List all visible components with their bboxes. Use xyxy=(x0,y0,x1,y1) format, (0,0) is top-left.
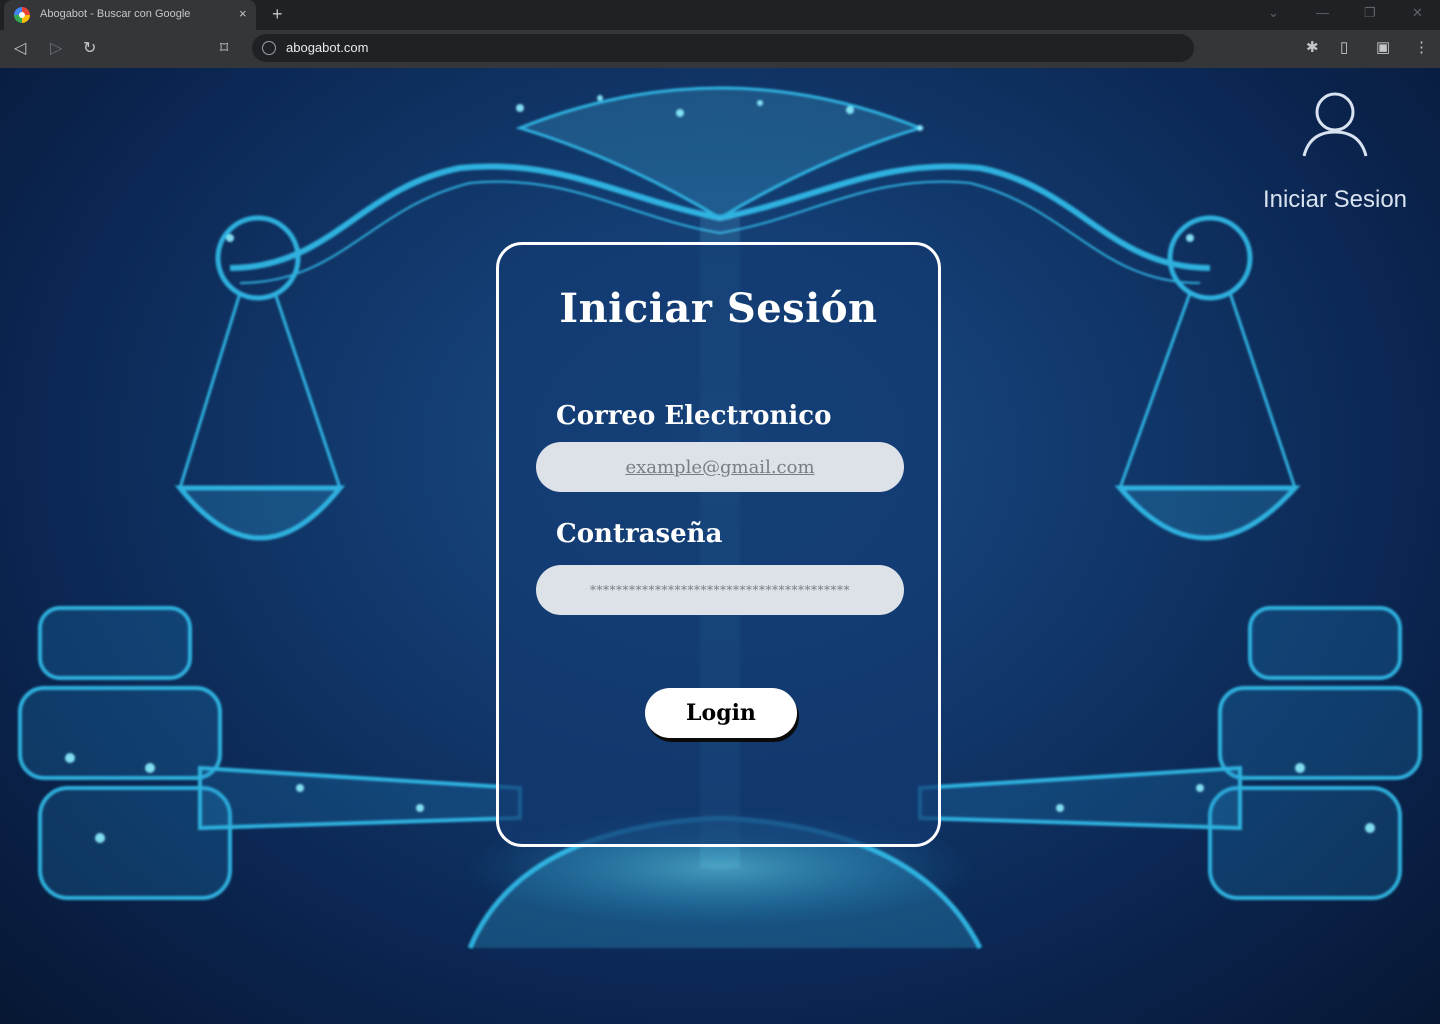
browser-tab[interactable]: Abogabot - Buscar con Google × xyxy=(4,0,256,30)
minimize-icon[interactable]: — xyxy=(1316,5,1329,20)
address-url[interactable]: abogabot.com xyxy=(286,40,368,55)
header-signin-link[interactable]: Iniciar Sesion xyxy=(1250,88,1420,213)
profile-icon[interactable]: ▣ xyxy=(1376,38,1390,56)
password-label: Contraseña xyxy=(556,519,723,549)
tab-close-icon[interactable]: × xyxy=(239,6,247,21)
browser-toolbar: ◁ ▷ ↻ ⌑ abogabot.com ✱ ▯ ▣ ⋮ xyxy=(0,30,1440,69)
address-bar[interactable]: abogabot.com xyxy=(252,34,1194,62)
login-card: Iniciar Sesión Correo Electronico Contra… xyxy=(496,242,941,847)
email-label: Correo Electronico xyxy=(556,401,832,431)
restore-icon[interactable]: ❐ xyxy=(1364,5,1376,21)
google-favicon-icon xyxy=(14,7,30,23)
site-info-icon[interactable] xyxy=(262,41,276,55)
forward-icon[interactable]: ▷ xyxy=(50,39,62,59)
back-icon[interactable]: ◁ xyxy=(14,39,26,59)
reload-icon[interactable]: ↻ xyxy=(83,39,96,59)
page-viewport: Iniciar Sesion Iniciar Sesión Correo Ele… xyxy=(0,68,1440,1024)
header-signin-label[interactable]: Iniciar Sesion xyxy=(1250,186,1420,214)
tab-strip: Abogabot - Buscar con Google × + ⌄ — ❐ ✕ xyxy=(0,0,1440,30)
password-field[interactable] xyxy=(536,565,904,615)
browser-window: Abogabot - Buscar con Google × + ⌄ — ❐ ✕… xyxy=(0,0,1440,1024)
login-button[interactable]: Login xyxy=(645,688,797,738)
tab-search-icon[interactable]: ⌄ xyxy=(1268,5,1279,21)
bookmark-icon[interactable]: ⌑ xyxy=(220,39,228,59)
tab-title: Abogabot - Buscar con Google xyxy=(40,8,191,20)
menu-icon[interactable]: ⋮ xyxy=(1414,38,1429,56)
side-panel-icon[interactable]: ▯ xyxy=(1340,38,1348,56)
close-window-icon[interactable]: ✕ xyxy=(1412,5,1423,21)
extensions-icon[interactable]: ✱ xyxy=(1306,38,1319,56)
user-icon[interactable] xyxy=(1300,88,1370,160)
new-tab-icon[interactable]: + xyxy=(272,4,283,25)
email-field[interactable] xyxy=(536,442,904,492)
login-title: Iniciar Sesión xyxy=(559,285,878,332)
